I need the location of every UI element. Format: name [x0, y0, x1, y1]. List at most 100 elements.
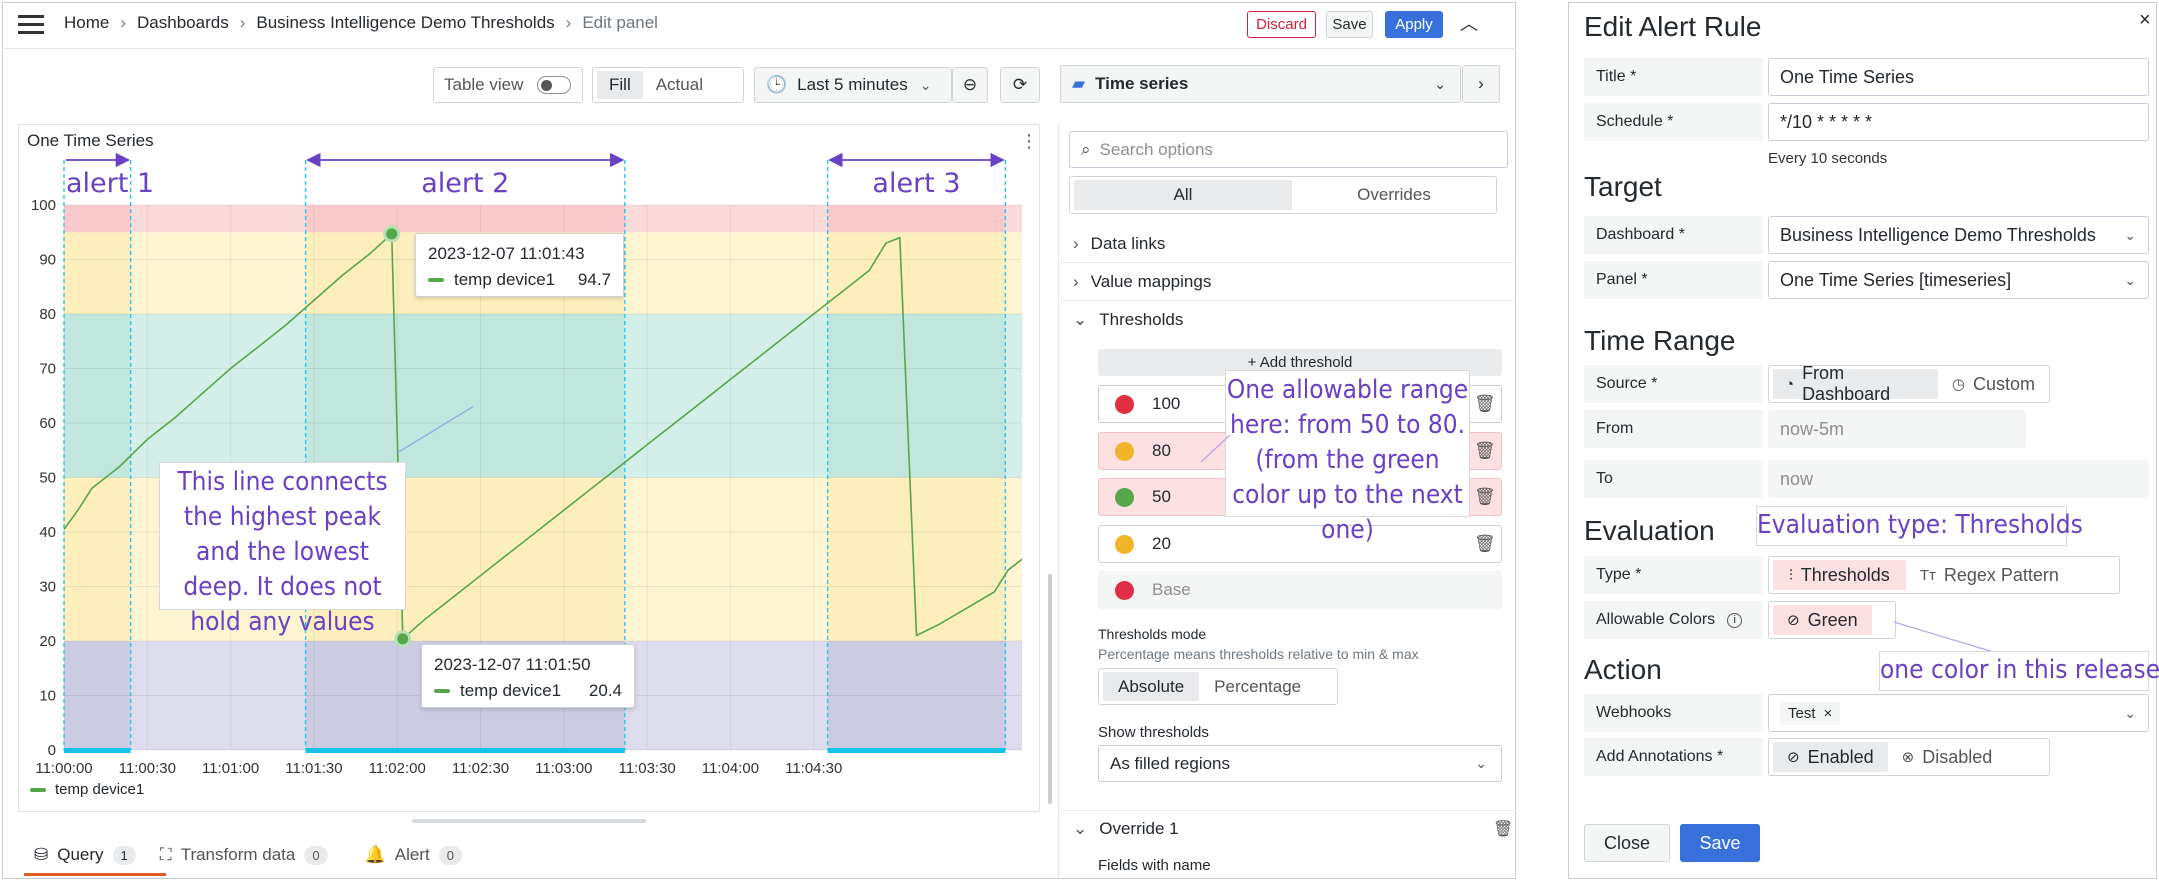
viz-picker[interactable]: ▰ Time series ⌄	[1060, 65, 1461, 103]
section-override-1[interactable]: ⌄ Override 1	[1073, 819, 1179, 839]
discard-button[interactable]: Discard	[1247, 11, 1316, 38]
alert-window-bar	[305, 748, 625, 753]
trash-icon[interactable]: 🗑	[1474, 441, 1496, 461]
threshold-value[interactable]: 100	[1152, 394, 1180, 414]
regex-option[interactable]: Tт Regex Pattern	[1906, 565, 2073, 586]
collapse-options-button[interactable]: ›	[1462, 65, 1500, 103]
tab-query[interactable]: ⛁ Query 1	[34, 845, 136, 865]
tooltip-peak: 2023-12-07 11:01:43 temp device1 94.7	[415, 233, 624, 297]
section-thresholds[interactable]: ⌄ Thresholds	[1073, 310, 1183, 330]
to-label: To	[1584, 460, 1763, 498]
from-dashboard-option[interactable]: ◔ From Dashboard	[1773, 363, 1938, 404]
section-data-links[interactable]: › Data links	[1073, 234, 1165, 254]
legend-label[interactable]: temp device1	[55, 781, 144, 798]
tab-alert[interactable]: 🔔 Alert 0	[365, 845, 462, 865]
threshold-row-20[interactable]: 20	[1098, 525, 1502, 563]
alert-label: alert 3	[872, 168, 960, 199]
tab-all[interactable]: All	[1074, 180, 1292, 210]
dashboard-select[interactable]: Business Intelligence Demo Thresholds ⌄	[1768, 216, 2149, 254]
tooltip-trough: 2023-12-07 11:01:50 temp device1 20.4	[421, 644, 635, 708]
percentage-option[interactable]: Percentage	[1199, 677, 1316, 697]
tab-transform[interactable]: ⛶ Transform data 0	[160, 845, 328, 865]
trash-icon[interactable]: 🗑	[1474, 394, 1496, 414]
colors-label-text: Allowable Colors	[1596, 611, 1716, 628]
y-tick-label: 90	[39, 252, 56, 269]
thresholds-option[interactable]: ⫶ Thresholds	[1773, 560, 1906, 590]
y-tick-label: 0	[48, 742, 56, 759]
regex-option-label: Regex Pattern	[1943, 564, 2059, 585]
section-value-mappings[interactable]: › Value mappings	[1073, 272, 1211, 292]
green-option[interactable]: ⊘ Green	[1773, 605, 1872, 635]
tooltip-time: 2023-12-07 11:01:43	[428, 244, 585, 263]
check-circle-icon: ⊘	[1787, 749, 1800, 766]
dashboard-value: Business Intelligence Demo Thresholds	[1780, 224, 2096, 245]
tab-alert-count: 0	[438, 845, 462, 865]
color-dot-yellow[interactable]	[1115, 441, 1134, 461]
webhook-tag-label: Test	[1788, 704, 1816, 722]
schedule-input[interactable]: */10 * * * * *	[1768, 103, 2149, 141]
chevron-up-icon[interactable]: ︿	[1460, 10, 1478, 36]
enabled-option[interactable]: ⊘ Enabled	[1773, 742, 1888, 772]
custom-label: Custom	[1972, 373, 2035, 394]
alert-label: alert 1	[66, 168, 154, 199]
tooltip-time: 2023-12-07 11:01:50	[434, 655, 591, 674]
color-dot-green[interactable]	[1115, 487, 1134, 507]
show-thresholds-select[interactable]: As filled regions ⌄	[1098, 745, 1502, 782]
info-icon[interactable]: i	[1727, 612, 1743, 628]
color-dot-red[interactable]	[1115, 394, 1134, 414]
trash-icon[interactable]: 🗑	[1493, 819, 1513, 839]
save-panel-button[interactable]: Save	[1326, 11, 1373, 38]
alert-window-band	[827, 205, 1006, 233]
check-circle-icon: ⊘	[1787, 612, 1800, 629]
threshold-value[interactable]: 80	[1152, 441, 1171, 461]
search-options-input[interactable]: ⌕ Search options	[1069, 131, 1508, 168]
panel-select[interactable]: One Time Series [timeseries] ⌄	[1768, 261, 2149, 299]
pane-splitter[interactable]	[412, 819, 646, 823]
section-divider	[1058, 810, 1516, 811]
save-button[interactable]: Save	[1680, 824, 1760, 862]
section-override-label: Override 1	[1099, 819, 1179, 838]
trash-icon[interactable]: 🗑	[1474, 487, 1496, 507]
tooltip-series: temp device1	[460, 681, 562, 700]
bottom-tabs: ⛁ Query 1 ⛶ Transform data 0 🔔 Alert 0	[34, 845, 462, 865]
webhook-tag[interactable]: Test ×	[1780, 701, 1841, 725]
close-button[interactable]: Close	[1584, 824, 1670, 862]
webhooks-select[interactable]: Test × ⌄	[1768, 694, 2149, 732]
schedule-label: Schedule *	[1584, 103, 1763, 141]
dashboard-label: Dashboard *	[1584, 216, 1763, 254]
alert-window-bar	[64, 748, 131, 753]
source-label: Source *	[1584, 365, 1763, 403]
threshold-value[interactable]: 20	[1152, 534, 1171, 554]
remove-tag-icon[interactable]: ×	[1824, 705, 1833, 722]
disabled-option[interactable]: ⊗ Disabled	[1888, 747, 2007, 768]
threshold-value[interactable]: 50	[1152, 487, 1171, 507]
close-icon[interactable]: ×	[2139, 9, 2151, 32]
x-circle-icon: ⊗	[1901, 749, 1915, 766]
alert-window-band	[827, 314, 1006, 478]
y-tick-label: 50	[39, 470, 56, 487]
y-tick-label: 30	[39, 579, 56, 596]
tab-overrides[interactable]: Overrides	[1292, 185, 1496, 205]
tooltip-value: 20.4	[588, 681, 622, 700]
title-label: Title *	[1584, 58, 1763, 96]
absolute-option[interactable]: Absolute	[1103, 672, 1200, 701]
y-tick-label: 40	[39, 524, 56, 541]
enabled-option-label: Enabled	[1807, 746, 1874, 767]
thresholds-mode-help: Percentage means thresholds relative to …	[1098, 646, 1419, 662]
threshold-row-base[interactable]: Base	[1098, 571, 1502, 609]
thresholds-mode-title: Thresholds mode	[1098, 626, 1207, 642]
color-dot-red[interactable]	[1115, 580, 1134, 600]
x-tick-label: 11:02:00	[369, 760, 426, 777]
legend-swatch	[434, 689, 450, 693]
y-tick-label: 100	[31, 197, 56, 214]
trash-icon[interactable]: 🗑	[1474, 534, 1496, 554]
options-scrollbar[interactable]	[1048, 574, 1052, 804]
alert-window-band	[305, 205, 625, 233]
custom-option[interactable]: ◷ Custom	[1938, 374, 2049, 395]
tab-query-count: 1	[112, 845, 136, 865]
title-input[interactable]: One Time Series	[1768, 58, 2149, 96]
legend-swatch	[30, 787, 46, 792]
time-range-heading: Time Range	[1584, 325, 1736, 356]
color-dot-yellow[interactable]	[1115, 534, 1134, 554]
apply-button[interactable]: Apply	[1385, 11, 1443, 38]
